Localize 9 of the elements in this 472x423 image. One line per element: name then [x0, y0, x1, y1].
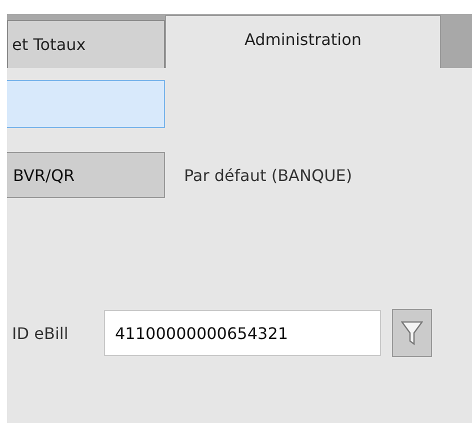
default-label: Par défaut (BANQUE)	[184, 166, 352, 184]
tab[interactable]: et Totaux	[7, 20, 165, 68]
tab[interactable]: Administration	[165, 15, 441, 68]
input-field[interactable]	[7, 80, 165, 128]
slip-button[interactable]: BVR/QR	[7, 152, 165, 198]
filter-icon	[401, 320, 423, 346]
ebill-label: ID eBill	[12, 324, 70, 342]
ebill-field[interactable]: 41100000000654321	[104, 310, 381, 356]
filter-button[interactable]	[392, 309, 432, 357]
